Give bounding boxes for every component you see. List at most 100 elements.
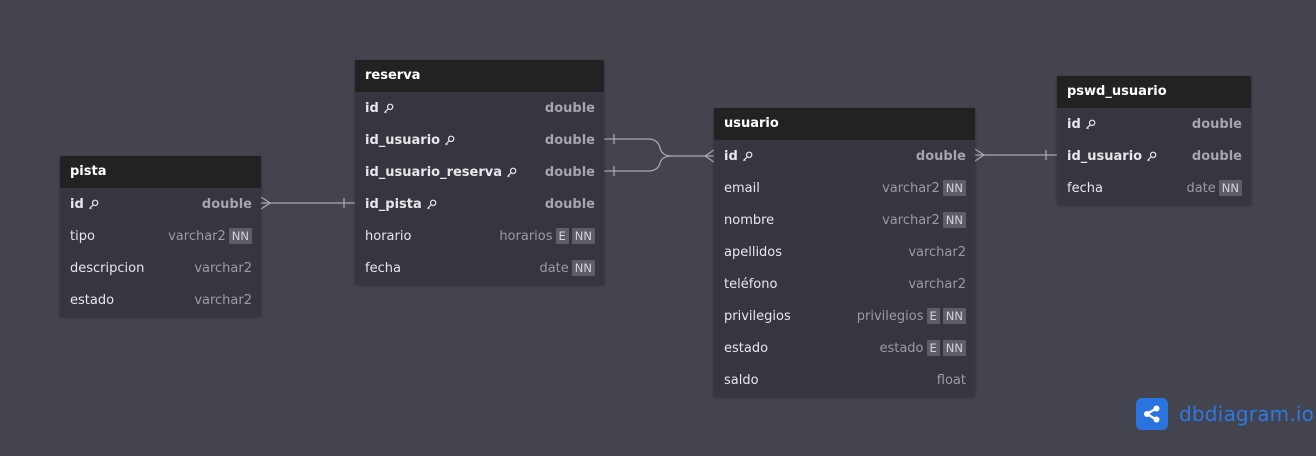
field-name-text: id_pista [365, 196, 422, 212]
field-name-text: horario [365, 228, 412, 244]
field-name: apellidos [724, 245, 782, 260]
field-row[interactable]: saldo float [714, 364, 975, 396]
field-name-text: id [70, 196, 84, 212]
field-name: id [70, 197, 99, 212]
key-icon [383, 103, 394, 114]
field-row[interactable]: id double [714, 140, 975, 172]
enum-badge: E [926, 308, 940, 324]
field-row[interactable]: id_usuario double [1057, 140, 1251, 172]
field-type-group: privilegios E NN [857, 308, 966, 324]
table-fields: id double tipo varchar2 NN descripcion varchar… [60, 188, 261, 316]
field-row[interactable]: nombre varchar2 NN [714, 204, 975, 236]
key-icon [1085, 119, 1096, 130]
field-type-group: horarios E NN [499, 228, 595, 244]
key-icon [742, 151, 753, 162]
enum-badge: E [926, 340, 940, 356]
field-row[interactable]: id double [355, 92, 604, 124]
field-row[interactable]: estado varchar2 [60, 284, 261, 316]
field-row[interactable]: estado estado E NN [714, 332, 975, 364]
field-type-group: double [545, 197, 595, 212]
enum-badge: E [555, 228, 569, 244]
field-name-text: id [365, 100, 379, 116]
table-header[interactable]: usuario [714, 108, 975, 140]
not-null-badge: NN [942, 180, 966, 196]
link-reserva-usuario [604, 134, 715, 176]
link-pista-reserva [260, 196, 355, 210]
field-type: varchar2 [194, 260, 252, 276]
field-type-group: double [545, 165, 595, 180]
field-name-text: id [1067, 116, 1081, 132]
field-name-text: estado [724, 340, 769, 356]
field-name-text: estado [70, 292, 115, 308]
field-type: varchar2 [882, 180, 940, 196]
field-type-group: estado E NN [879, 340, 966, 356]
key-icon [506, 167, 517, 178]
field-name: horario [365, 229, 411, 244]
field-type-group: varchar2 NN [882, 180, 966, 196]
table-header[interactable]: pista [60, 156, 261, 188]
field-name: id_usuario_reserva [365, 165, 517, 180]
field-row[interactable]: apellidos varchar2 [714, 236, 975, 268]
not-null-badge: NN [942, 212, 966, 228]
field-type: date [1186, 180, 1216, 196]
field-row[interactable]: id_usuario double [355, 124, 604, 156]
field-name-text: saldo [724, 372, 759, 388]
field-name-text: fecha [365, 260, 401, 276]
field-type-group: double [1192, 149, 1242, 164]
field-name: descripcion [70, 261, 144, 276]
field-row[interactable]: tipo varchar2 NN [60, 220, 261, 252]
field-row[interactable]: horario horarios E NN [355, 220, 604, 252]
table-header[interactable]: pswd_usuario [1057, 76, 1251, 108]
field-type: privilegios [856, 308, 924, 324]
key-icon [88, 199, 99, 210]
field-name-text: teléfono [724, 276, 778, 292]
table-usuario[interactable]: usuario id double email varchar2 NN nombre var… [714, 108, 975, 396]
field-row[interactable]: privilegios privilegios E NN [714, 300, 975, 332]
table-pswd-usuario[interactable]: pswd_usuario id double id_usuario double fec… [1057, 76, 1251, 204]
field-name: fecha [365, 261, 401, 276]
field-type: double [544, 196, 595, 212]
field-name: nombre [724, 213, 774, 228]
field-row[interactable]: id double [1057, 108, 1251, 140]
field-type: double [544, 100, 595, 116]
field-type: date [539, 260, 569, 276]
field-name: tipo [70, 229, 95, 244]
field-name-text: id_usuario_reserva [365, 164, 503, 180]
key-icon [426, 199, 437, 210]
field-type: double [1191, 116, 1242, 132]
table-header[interactable]: reserva [355, 60, 604, 92]
field-row[interactable]: id_usuario_reserva double [355, 156, 604, 188]
field-type: float [936, 372, 966, 388]
key-icon [444, 135, 455, 146]
field-type: double [544, 164, 595, 180]
field-row[interactable]: descripcion varchar2 [60, 252, 261, 284]
field-type-group: varchar2 [194, 293, 252, 308]
field-row[interactable]: id_pista double [355, 188, 604, 220]
field-name: saldo [724, 373, 759, 388]
field-type-group: varchar2 [908, 245, 966, 260]
field-row[interactable]: fecha date NN [355, 252, 604, 284]
field-name-text: nombre [724, 212, 775, 228]
field-name: id [1067, 117, 1096, 132]
table-reserva[interactable]: reserva id double id_usuario double id_usuar… [355, 60, 604, 284]
field-row[interactable]: email varchar2 NN [714, 172, 975, 204]
field-row[interactable]: id double [60, 188, 261, 220]
field-name: teléfono [724, 277, 777, 292]
field-name-text: privilegios [724, 308, 791, 324]
field-row[interactable]: teléfono varchar2 [714, 268, 975, 300]
field-type: double [915, 148, 966, 164]
field-name-text: fecha [1067, 180, 1103, 196]
field-name: privilegios [724, 309, 791, 324]
not-null-badge: NN [1218, 180, 1242, 196]
field-row[interactable]: fecha date NN [1057, 172, 1251, 204]
field-type-group: double [202, 197, 252, 212]
field-type-group: date NN [539, 260, 595, 276]
field-type-group: double [1192, 117, 1242, 132]
table-pista[interactable]: pista id double tipo varchar2 NN descripcion v… [60, 156, 261, 316]
field-name-text: apellidos [724, 244, 783, 260]
field-name-text: id [724, 148, 738, 164]
field-name-text: tipo [70, 228, 95, 244]
dbdiagram-brand-link[interactable]: dbdiagram.io [1136, 398, 1314, 430]
field-type: varchar2 [194, 292, 252, 308]
field-name: id [365, 101, 394, 116]
